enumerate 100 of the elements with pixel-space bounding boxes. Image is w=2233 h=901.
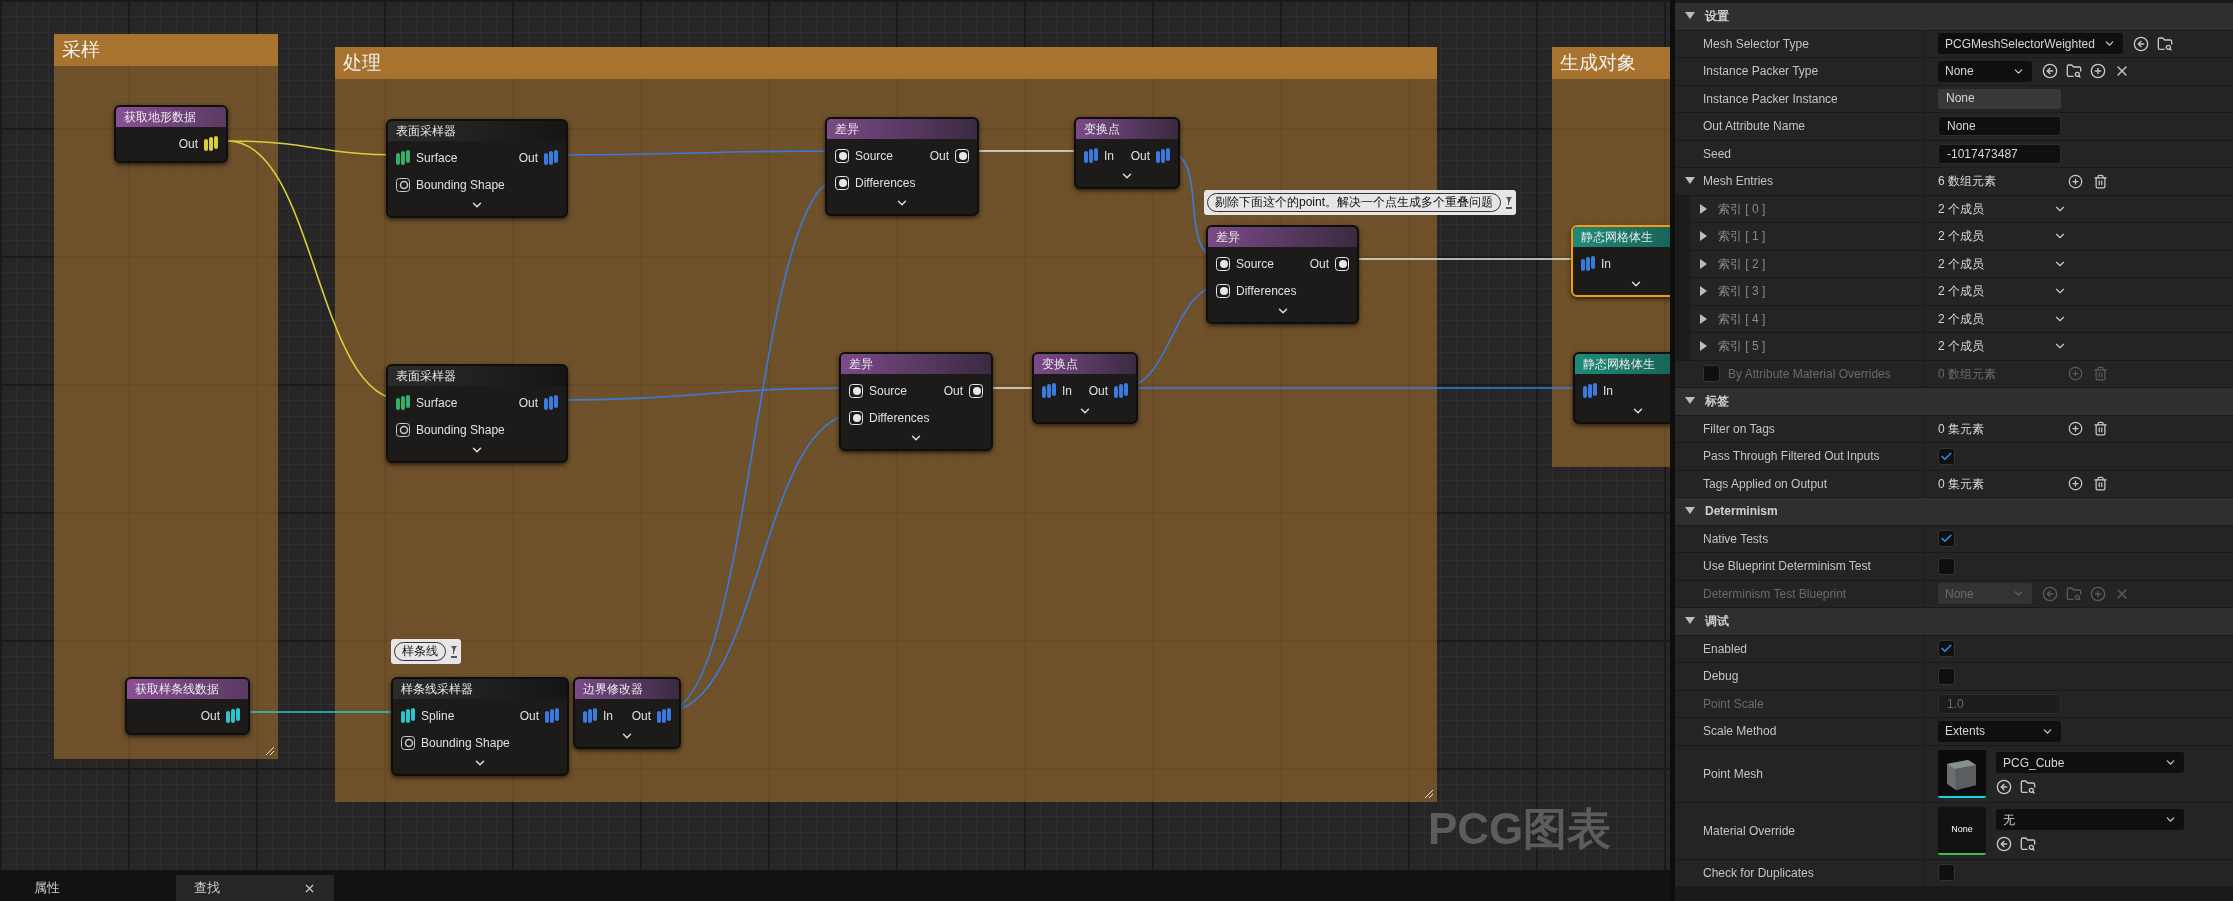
node-title: 差异 (1208, 227, 1357, 247)
triangle-down-icon[interactable] (1685, 397, 1695, 406)
graph-node[interactable]: 变换点 In Out (1074, 117, 1180, 189)
node-title: 边界修改器 (575, 679, 679, 699)
triangle-right-icon[interactable] (1700, 341, 1708, 352)
property-label: Determinism Test Blueprint (1703, 585, 1847, 603)
trash-icon[interactable] (2093, 173, 2108, 189)
resize-grip-icon[interactable] (265, 746, 275, 756)
checkbox[interactable] (1938, 864, 1955, 882)
circle-pin-icon[interactable] (1335, 256, 1349, 271)
ring-pin-icon[interactable] (396, 177, 410, 192)
ring-pin-icon[interactable] (401, 735, 415, 750)
graph-node[interactable]: 差异 Source Out Differences (825, 117, 979, 216)
triangle-right-icon[interactable] (1700, 231, 1708, 242)
circle-pin-icon[interactable] (1216, 283, 1230, 298)
dropdown[interactable]: 无 (1996, 809, 2184, 830)
section-header[interactable]: 设置 (1675, 3, 2233, 31)
dropdown[interactable]: PCG_Cube (1996, 752, 2184, 773)
pin-label: Out (200, 707, 220, 725)
circle-pin-icon[interactable] (835, 175, 849, 190)
dropdown[interactable]: None (1938, 60, 2032, 82)
checkbox[interactable] (1938, 557, 1955, 575)
checkbox[interactable] (1938, 530, 1955, 548)
folder-search-icon[interactable] (2020, 836, 2036, 852)
triangle-right-icon[interactable] (1700, 313, 1708, 324)
folder-search-icon[interactable] (2020, 779, 2036, 795)
dropdown[interactable]: Extents (1938, 720, 2061, 742)
node-title: 静态网格体生 (1573, 227, 1670, 247)
pin-icon[interactable] (1505, 195, 1514, 210)
bars-pin-icon[interactable] (226, 707, 240, 724)
bars-pin-icon[interactable] (396, 149, 410, 166)
graph-node[interactable]: 获取样条线数据 Out (125, 677, 250, 735)
triangle-right-icon[interactable] (1700, 203, 1708, 214)
checkbox[interactable] (1938, 447, 1955, 465)
graph-node[interactable]: 样条线采样器 Spline Out Bounding Shape (391, 677, 569, 776)
graph-node[interactable]: 表面采样器 Surface Out Bounding Shape (386, 364, 568, 463)
bars-pin-icon[interactable] (396, 394, 410, 411)
property-label: Check for Duplicates (1703, 864, 1814, 882)
pin-label: In (1603, 382, 1613, 400)
graph-node[interactable]: 表面采样器 Surface Out Bounding Shape (386, 119, 568, 218)
check-icon (1940, 449, 1953, 463)
pin-label: Surface (416, 149, 458, 167)
section-header[interactable]: Determinism (1675, 498, 2233, 526)
text-field[interactable]: -1017473487 (1938, 143, 2061, 164)
circle-pin-icon[interactable] (969, 383, 983, 398)
graph-node[interactable]: 获取地形数据 Out (114, 105, 228, 163)
folder-search-icon[interactable] (2066, 63, 2082, 80)
text-field[interactable]: None (1938, 116, 2061, 137)
section-header[interactable]: 调试 (1675, 608, 2233, 636)
pin-label: Out (943, 382, 963, 400)
triangle-down-icon[interactable] (1685, 12, 1695, 21)
circle-pin-icon[interactable] (849, 383, 863, 398)
node-title: 差异 (841, 354, 991, 374)
triangle-right-icon[interactable] (1700, 258, 1708, 269)
graph-node[interactable]: 差异 Source Out Differences (1206, 225, 1359, 324)
pin-icon[interactable] (450, 644, 458, 659)
graph-node[interactable]: 变换点 In Out (1032, 352, 1138, 424)
circle-pin-icon[interactable] (955, 148, 969, 163)
trash-icon[interactable] (2093, 421, 2108, 437)
folder-search-icon[interactable] (2156, 35, 2173, 52)
pin-label: Source (855, 147, 894, 165)
resize-grip-icon[interactable] (1424, 789, 1434, 799)
circle-pin-icon[interactable] (835, 148, 849, 163)
array-count: 6 数组元素 (1938, 173, 1997, 191)
graph-node[interactable]: 差异 Source Out Differences (839, 352, 993, 451)
triangle-down-icon[interactable] (1685, 617, 1695, 626)
triangle-down-icon[interactable] (1685, 177, 1695, 186)
graph-node[interactable]: 静态网格体生 In (1573, 352, 1670, 424)
array-element-label: 索引 [ 1 ] (1718, 228, 1766, 246)
thumbnail-label: None (1951, 822, 1973, 836)
property-label: Pass Through Filtered Out Inputs (1703, 448, 1880, 466)
property-label: Material Override (1703, 822, 1796, 840)
section-title: Determinism (1705, 503, 1778, 521)
circle-pin-icon[interactable] (849, 410, 863, 425)
node-title: 变换点 (1034, 354, 1136, 374)
triangle-down-icon[interactable] (1685, 507, 1695, 516)
section-header[interactable]: 标签 (1675, 388, 2233, 416)
ring-pin-icon[interactable] (396, 422, 410, 437)
triangle-right-icon[interactable] (1700, 286, 1708, 297)
asset-thumbnail[interactable]: None (1938, 806, 1986, 855)
section-title: 设置 (1705, 8, 1729, 26)
comment-bubble[interactable]: 样条线 (391, 639, 461, 664)
array-element-label: 索引 [ 2 ] (1718, 255, 1766, 273)
pin-label: Out (178, 135, 198, 153)
node-title: 差异 (827, 119, 977, 139)
node-title: 静态网格体生 (1575, 354, 1670, 374)
checkbox[interactable] (1938, 640, 1955, 658)
circle-pin-icon[interactable] (1216, 256, 1230, 271)
bars-pin-icon[interactable] (204, 135, 218, 152)
checkbox[interactable] (1938, 667, 1955, 685)
bars-pin-icon[interactable] (401, 707, 415, 724)
dropdown[interactable]: PCGMeshSelectorWeighted (1938, 33, 2123, 55)
panel-tab[interactable]: 查找 (176, 875, 334, 901)
graph-node[interactable]: 边界修改器 In Out (573, 677, 681, 749)
graph-node[interactable]: 静态网格体生 In (1571, 225, 1670, 297)
node-title: 表面采样器 (388, 121, 566, 141)
comment-bubble[interactable]: 剔除下面这个的point。解决一个点生成多个重叠问题 (1204, 190, 1517, 215)
element-count: 2 个成员 (1938, 283, 1985, 301)
asset-thumbnail[interactable] (1938, 749, 1986, 798)
trash-icon[interactable] (2093, 476, 2108, 492)
